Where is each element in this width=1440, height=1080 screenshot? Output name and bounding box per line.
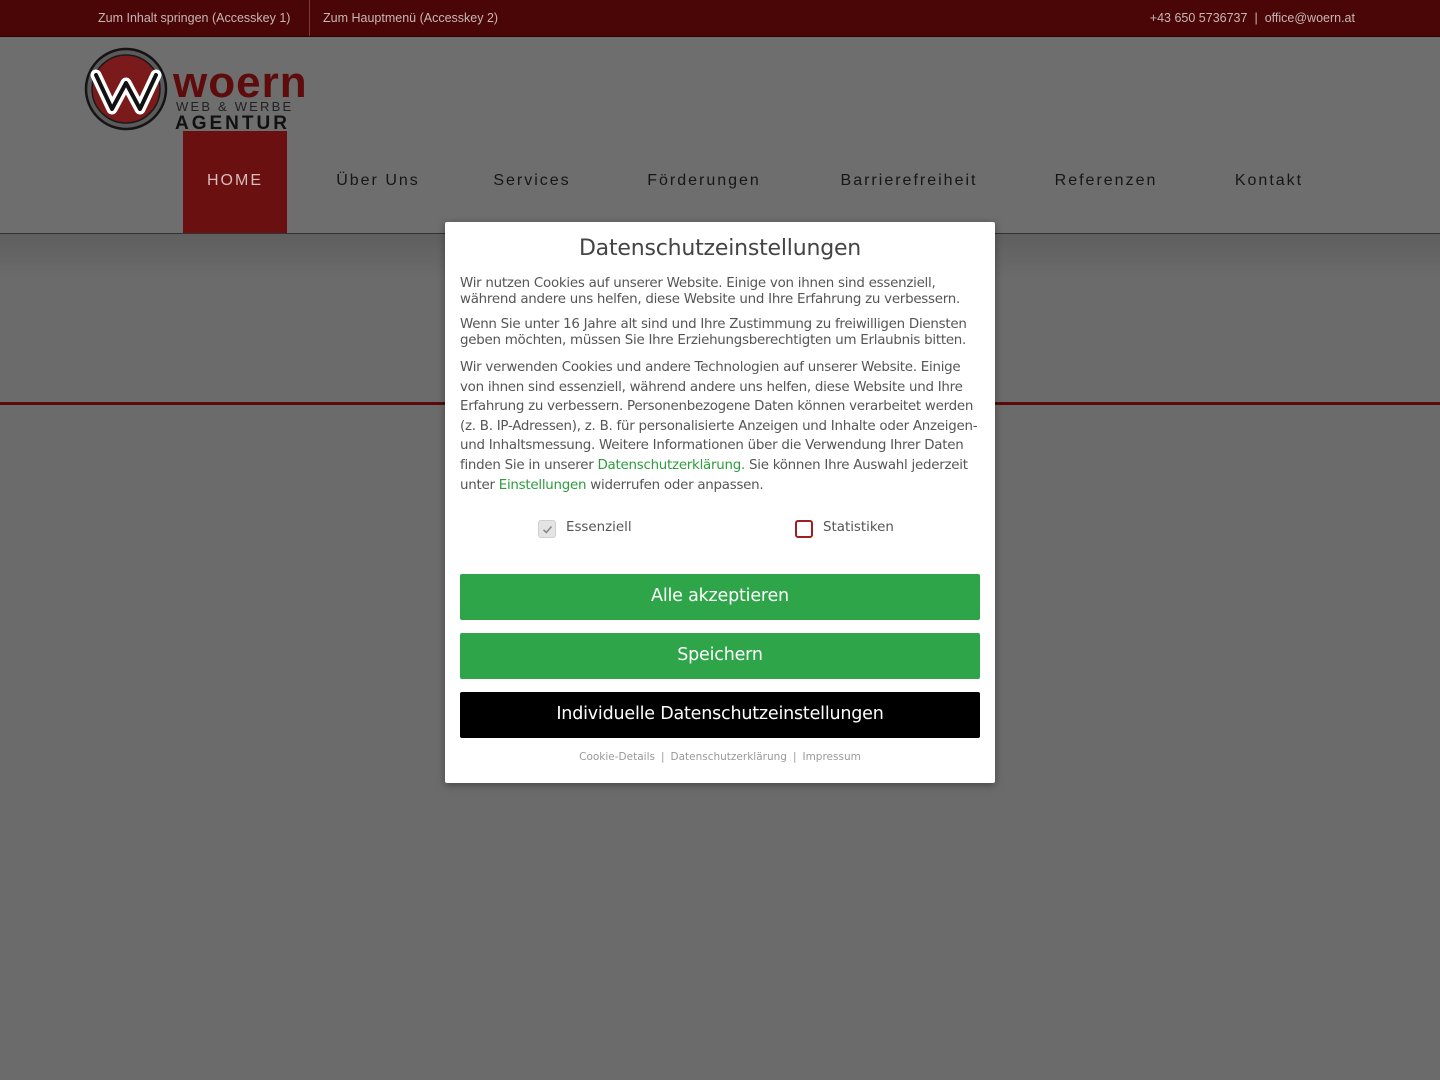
nav-item-referenzen[interactable]: Referenzen	[1038, 131, 1174, 233]
checkbox-statistics-label[interactable]: Statistiken	[823, 518, 894, 537]
checkbox-statistics-box[interactable]	[795, 520, 813, 538]
site-logo[interactable]: woern WEB & WERBE AGENTUR	[84, 47, 329, 134]
phone-link[interactable]: +43 650 5736737	[1150, 11, 1248, 25]
site-header: woern WEB & WERBE AGENTUR HOME Über Uns …	[0, 37, 1440, 234]
footer-separator: |	[660, 751, 665, 763]
contact-separator: |	[1254, 11, 1258, 25]
dialog-age-notice: Wenn Sie unter 16 Jahre alt sind und Ihr…	[460, 317, 967, 348]
topbar-divider	[309, 0, 310, 36]
nav-item-kontakt[interactable]: Kontakt	[1216, 131, 1322, 233]
top-bar: Zum Inhalt springen (Accesskey 1) Zum Ha…	[0, 0, 1440, 37]
checkbox-essential-label: Essenziell	[566, 520, 632, 535]
email-link[interactable]: office@woern.at	[1265, 11, 1355, 25]
save-button[interactable]: Speichern	[460, 633, 980, 679]
imprint-link[interactable]: Impressum	[802, 751, 860, 763]
footer-separator: |	[792, 751, 797, 763]
cookie-details-link[interactable]: Cookie-Details	[579, 751, 655, 763]
topbar-contact: +43 650 5736737 | office@woern.at	[1150, 0, 1355, 36]
dialog-intro-text: Wir nutzen Cookies auf unserer Website. …	[460, 276, 961, 307]
skip-to-menu-link[interactable]: Zum Hauptmenü (Accesskey 2)	[323, 0, 498, 36]
description-part-a: Wir verwenden Cookies und andere Technol…	[460, 360, 978, 473]
settings-link[interactable]: Einstellungen	[499, 478, 587, 493]
logo-graphic: woern WEB & WERBE AGENTUR	[84, 47, 307, 134]
checkbox-essential-box	[538, 520, 556, 538]
dialog-footer-links: Cookie-Details | Datenschutzerklärung | Impr…	[445, 751, 995, 763]
nav-item-home[interactable]: HOME	[183, 131, 287, 233]
nav-item-barrierefreiheit[interactable]: Barrierefreiheit	[824, 131, 994, 233]
consent-checkboxes: Essenziell Statistiken	[445, 518, 995, 540]
nav-item-ueber-uns[interactable]: Über Uns	[320, 131, 436, 233]
dialog-description: Wir verwenden Cookies und andere Technol…	[460, 358, 980, 495]
accept-all-button[interactable]: Alle akzeptieren	[460, 574, 980, 620]
logo-line2: AGENTUR	[175, 113, 290, 133]
footer-privacy-link[interactable]: Datenschutzerklärung	[671, 751, 787, 763]
logo-line1: WEB & WERBE	[176, 99, 293, 114]
nav-item-services[interactable]: Services	[478, 131, 586, 233]
privacy-policy-link[interactable]: Datenschutzerklärung.	[597, 458, 745, 473]
privacy-settings-dialog: Datenschutzeinstellungen Wir nutzen Cook…	[445, 222, 995, 783]
skip-to-content-link[interactable]: Zum Inhalt springen (Accesskey 1)	[98, 0, 290, 36]
description-part-c: widerrufen oder anpassen.	[586, 477, 764, 493]
individual-settings-button[interactable]: Individuelle Datenschutzeinstellungen	[460, 692, 980, 738]
checkmark-icon	[542, 525, 553, 534]
nav-item-foerderungen[interactable]: Förderungen	[630, 131, 778, 233]
dialog-title: Datenschutzeinstellungen	[578, 236, 862, 261]
main-navigation: HOME Über Uns Services Förderungen Barri…	[0, 131, 1440, 233]
